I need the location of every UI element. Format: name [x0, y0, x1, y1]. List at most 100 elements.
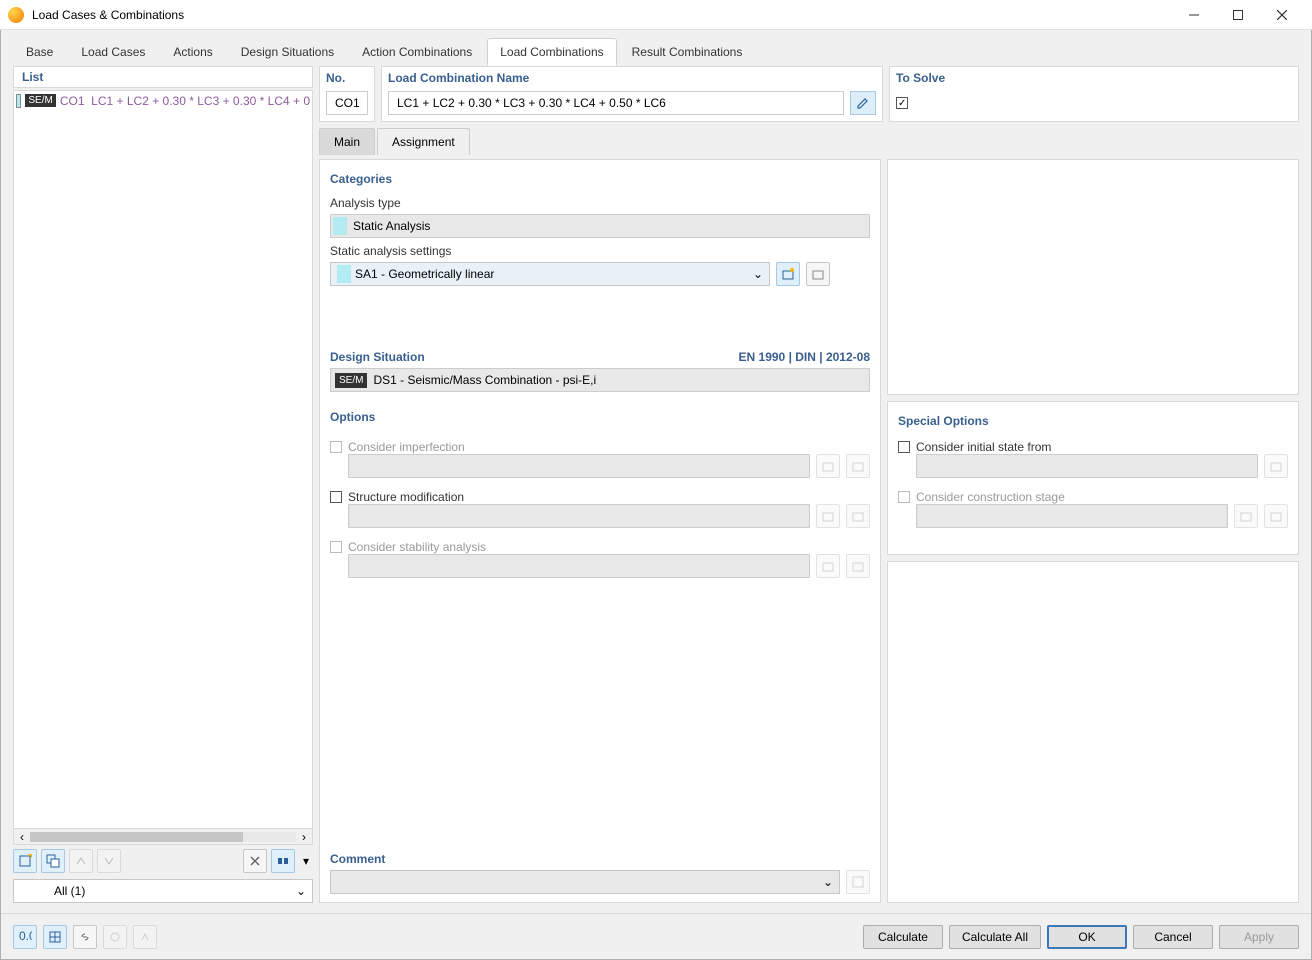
- link-button[interactable]: [73, 925, 97, 949]
- window-title: Load Cases & Combinations: [32, 8, 1172, 22]
- to-solve-header: To Solve: [896, 69, 1292, 87]
- chevron-down-icon: ⌄: [753, 267, 763, 281]
- to-solve-group: To Solve: [889, 66, 1299, 122]
- imperfection-new-button: [816, 454, 840, 478]
- structure-mod-label: Structure modification: [348, 490, 464, 504]
- options-header: Options: [330, 410, 870, 424]
- copy-button[interactable]: [41, 849, 65, 873]
- tab-design-situations[interactable]: Design Situations: [228, 38, 347, 66]
- list-item-name: LC1 + LC2 + 0.30 * LC3 + 0.30 * LC4 + 0: [91, 94, 310, 108]
- horizontal-scrollbar[interactable]: ‹ ›: [13, 829, 313, 845]
- construction-stage-new-button: [1234, 504, 1258, 528]
- structure-mod-checkbox[interactable]: [330, 491, 342, 503]
- apply-button[interactable]: Apply: [1219, 925, 1299, 949]
- sort-desc-button[interactable]: [97, 849, 121, 873]
- tab-load-cases[interactable]: Load Cases: [68, 38, 158, 66]
- preview-box: [887, 159, 1299, 395]
- chevron-down-icon: ⌄: [823, 875, 833, 889]
- categories-header: Categories: [330, 172, 870, 186]
- imperfection-field: [348, 454, 810, 478]
- table-button[interactable]: [43, 925, 67, 949]
- list-header: List: [13, 66, 313, 88]
- detail-panel: No. CO1 Load Combination Name LC1 + LC2 …: [319, 66, 1299, 903]
- design-situation-field: SE/M DS1 - Seismic/Mass Combination - ps…: [330, 368, 870, 392]
- view-mode-button[interactable]: [271, 849, 295, 873]
- initial-state-edit-button: [1264, 454, 1288, 478]
- rename-button[interactable]: [850, 91, 876, 115]
- list-item-swatch: [16, 94, 21, 108]
- new-settings-button[interactable]: [776, 262, 800, 286]
- special-options-box: Special Options Consider initial state f…: [887, 401, 1299, 555]
- main-tabs: Base Load Cases Actions Design Situation…: [1, 30, 1311, 66]
- tool-button-1: [103, 925, 127, 949]
- maximize-button[interactable]: [1216, 0, 1260, 30]
- imperfection-label: Consider imperfection: [348, 440, 465, 454]
- list-item[interactable]: SE/M CO1 LC1 + LC2 + 0.30 * LC3 + 0.30 *…: [14, 91, 312, 111]
- cancel-button[interactable]: Cancel: [1133, 925, 1213, 949]
- stability-edit-button: [846, 554, 870, 578]
- list-filter-value: All (1): [20, 884, 85, 898]
- comment-catalog-button: [846, 870, 870, 894]
- no-header: No.: [326, 69, 368, 87]
- new-button[interactable]: [13, 849, 37, 873]
- titlebar: Load Cases & Combinations: [0, 0, 1312, 30]
- tab-assignment[interactable]: Assignment: [377, 128, 470, 155]
- list-panel: List SE/M CO1 LC1 + LC2 + 0.30 * LC3 + 0…: [13, 66, 313, 903]
- edit-settings-button[interactable]: [806, 262, 830, 286]
- design-situation-badge: SE/M: [335, 373, 367, 388]
- tab-base[interactable]: Base: [13, 38, 66, 66]
- svg-text:0.00: 0.00: [19, 930, 32, 943]
- comment-input[interactable]: ⌄: [330, 870, 840, 894]
- stability-new-button: [816, 554, 840, 578]
- info-box: [887, 561, 1299, 903]
- initial-state-checkbox[interactable]: [898, 441, 910, 453]
- static-settings-dropdown[interactable]: SA1 - Geometrically linear ⌄: [330, 262, 770, 286]
- analysis-type-label: Analysis type: [330, 196, 870, 210]
- construction-stage-checkbox: [898, 491, 910, 503]
- minimize-button[interactable]: [1172, 0, 1216, 30]
- tab-result-combinations[interactable]: Result Combinations: [619, 38, 756, 66]
- structure-mod-edit-button: [846, 504, 870, 528]
- name-header: Load Combination Name: [388, 69, 876, 87]
- units-button[interactable]: 0.00: [13, 925, 37, 949]
- view-mode-dropdown[interactable]: ▾: [299, 849, 313, 873]
- scroll-left-icon[interactable]: ‹: [14, 830, 30, 844]
- imperfection-checkbox: [330, 441, 342, 453]
- tab-actions[interactable]: Actions: [160, 38, 225, 66]
- detail-tabs: Main Assignment: [319, 128, 1299, 155]
- comment-header: Comment: [330, 852, 870, 866]
- scroll-right-icon[interactable]: ›: [296, 830, 312, 844]
- delete-button[interactable]: [243, 849, 267, 873]
- analysis-type-field: Static Analysis: [330, 214, 870, 238]
- imperfection-edit-button: [846, 454, 870, 478]
- calculate-all-button[interactable]: Calculate All: [949, 925, 1041, 949]
- initial-state-field: [916, 454, 1258, 478]
- ok-button[interactable]: OK: [1047, 925, 1127, 949]
- tab-action-combinations[interactable]: Action Combinations: [349, 38, 485, 66]
- static-settings-label: Static analysis settings: [330, 244, 870, 258]
- construction-stage-edit-button: [1264, 504, 1288, 528]
- list-filter-dropdown[interactable]: All (1) ⌄: [13, 879, 313, 903]
- tab-main[interactable]: Main: [319, 128, 375, 155]
- initial-state-label: Consider initial state from: [916, 440, 1051, 454]
- structure-mod-field: [348, 504, 810, 528]
- name-input[interactable]: LC1 + LC2 + 0.30 * LC3 + 0.30 * LC4 + 0.…: [388, 91, 844, 115]
- design-standard: EN 1990 | DIN | 2012-08: [739, 350, 870, 364]
- design-situation-header: Design Situation: [330, 350, 425, 364]
- calculate-button[interactable]: Calculate: [863, 925, 943, 949]
- form-right: Special Options Consider initial state f…: [887, 159, 1299, 903]
- tab-load-combinations[interactable]: Load Combinations: [487, 38, 616, 66]
- structure-mod-new-button: [816, 504, 840, 528]
- tool-button-2: [133, 925, 157, 949]
- sort-asc-button[interactable]: [69, 849, 93, 873]
- list-body[interactable]: SE/M CO1 LC1 + LC2 + 0.30 * LC3 + 0.30 *…: [13, 90, 313, 829]
- to-solve-checkbox[interactable]: [896, 97, 908, 109]
- construction-stage-field: [916, 504, 1228, 528]
- app-icon: [8, 7, 24, 23]
- form-left: Categories Analysis type Static Analysis…: [319, 159, 881, 903]
- close-button[interactable]: [1260, 0, 1304, 30]
- no-input[interactable]: CO1: [326, 91, 368, 115]
- stability-label: Consider stability analysis: [348, 540, 486, 554]
- construction-stage-label: Consider construction stage: [916, 490, 1065, 504]
- list-item-id: CO1: [60, 94, 85, 108]
